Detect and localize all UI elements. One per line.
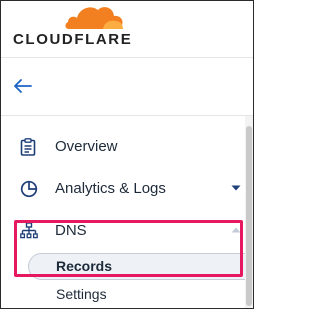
clipboard-icon: [20, 138, 36, 156]
back-row: [1, 58, 253, 116]
arrow-left-icon[interactable]: [13, 78, 33, 94]
sidebar-item-overview[interactable]: Overview: [1, 130, 245, 164]
scrollbar[interactable]: [245, 116, 253, 308]
highlight-box: [14, 220, 243, 277]
sidebar-item-analytics-logs[interactable]: Analytics & Logs: [1, 172, 245, 206]
pie-chart-icon: [20, 180, 38, 198]
brand-name: CLOUDFLARE: [13, 31, 133, 48]
cloud-icon: [65, 7, 123, 29]
brand-header: CLOUDFLARE: [1, 1, 253, 58]
sidebar-item-label: Overview: [55, 138, 118, 155]
sidebar-item-label: Analytics & Logs: [55, 180, 166, 197]
sidebar-panel: CLOUDFLARE Overview Analytics & Logs DNS…: [0, 0, 254, 309]
sidebar-subitem-settings[interactable]: Settings: [56, 286, 107, 302]
chevron-down-icon[interactable]: [231, 185, 241, 191]
scrollbar-thumb[interactable]: [246, 126, 252, 306]
